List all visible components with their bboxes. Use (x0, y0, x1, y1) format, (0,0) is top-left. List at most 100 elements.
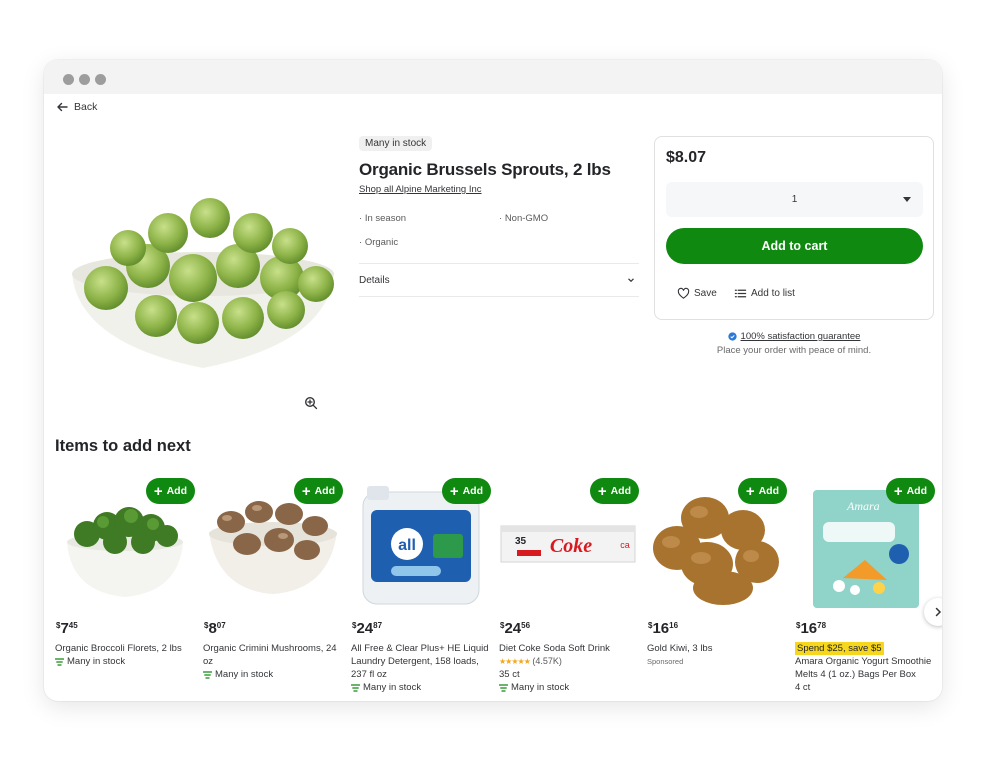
verified-check-icon (727, 332, 737, 341)
item-stock: Many in stock (203, 668, 343, 681)
guarantee-link[interactable]: 100% satisfaction guarantee (741, 331, 861, 342)
add-button[interactable]: + Add (145, 478, 195, 504)
details-accordion[interactable]: Details (359, 263, 639, 297)
stock-label: Many in stock (215, 669, 274, 680)
zoom-icon[interactable] (304, 396, 318, 410)
item-size: 35 ct (499, 669, 520, 680)
stock-level-icon (55, 657, 64, 666)
product-card[interactable]: Amara + Add $16 78 Spend $25, save $5 Amar… (795, 474, 935, 701)
plus-icon: + (597, 482, 607, 500)
arrow-left-icon (57, 102, 68, 112)
plus-icon: + (449, 482, 459, 500)
title-bar (44, 60, 942, 94)
heart-icon (677, 287, 690, 299)
item-info: Organic Broccoli Florets, 2 lbs Many in … (55, 642, 195, 668)
back-button[interactable]: Back (56, 101, 97, 113)
save-label: Save (694, 288, 717, 299)
details-label: Details (359, 274, 390, 286)
save-button[interactable]: Save (677, 287, 717, 300)
item-stock: Many in stock (499, 681, 639, 694)
satisfaction-guarantee: 100% satisfaction guarantee Place your o… (654, 331, 934, 356)
product-image (72, 198, 334, 368)
price-dollars: 8 (208, 620, 217, 637)
stock-badge: Many in stock (359, 136, 433, 151)
add-button[interactable]: + Add (441, 478, 491, 504)
price-dollars: 7 (60, 620, 69, 637)
add-to-list-button[interactable]: Add to list (734, 287, 795, 300)
stock-label: Many in stock (511, 682, 570, 693)
stock-label: Many in stock (363, 682, 422, 693)
svg-text:Amara: Amara (846, 499, 880, 513)
price-cents: 87 (373, 621, 383, 630)
price-dollars: 16 (652, 620, 670, 637)
price-cents: 45 (68, 621, 78, 630)
stock-level-icon (203, 670, 212, 679)
price-cents: 78 (817, 621, 827, 630)
item-stock: Many in stock (55, 655, 195, 668)
star-rating-icon: ★★★★★ (499, 657, 531, 666)
browser-window: Back Many in stock Organic Brussels Spro… (44, 60, 942, 701)
price-cents: 56 (521, 621, 531, 630)
product-card[interactable]: + Add $7 45 Organic Broccoli Florets, 2 lb… (55, 474, 195, 701)
product-card[interactable]: 35 Coke ca + Add $24 56 Diet Coke Soda Sof… (499, 474, 639, 701)
product-card[interactable]: all + Add $24 87 All Free & Clear Plus+ HE… (351, 474, 491, 701)
price-dollars: 24 (504, 620, 522, 637)
buy-box: $8.07 1 Add to cart Save Add to list (654, 136, 934, 320)
quantity-select[interactable]: 1 (666, 182, 923, 217)
item-info: Spend $25, save $5 Amara Organic Yogurt … (795, 642, 935, 694)
item-name: Organic Crimini Mushrooms, 24 oz (203, 643, 337, 667)
add-label: Add (462, 485, 483, 497)
svg-text:35: 35 (515, 536, 527, 547)
item-price: $24 87 (352, 620, 382, 637)
item-price: $7 45 (56, 620, 78, 637)
item-name: Amara Organic Yogurt Smoothie Melts 4 (1… (795, 656, 932, 680)
plus-icon: + (745, 482, 755, 500)
plus-icon: + (893, 482, 903, 500)
item-price: $16 16 (648, 620, 678, 637)
add-button[interactable]: + Add (293, 478, 343, 504)
chevron-down-icon (628, 278, 634, 283)
item-rating: ★★★★★ (4.57K) (499, 655, 639, 668)
item-name: Diet Coke Soda Soft Drink (499, 643, 610, 654)
window-dot-icon (63, 74, 74, 85)
add-label: Add (166, 485, 187, 497)
list-icon (734, 289, 747, 298)
stock-level-icon (499, 683, 508, 692)
attribute-label: In season (364, 213, 407, 224)
item-info: Gold Kiwi, 3 lbs Sponsored (647, 642, 787, 668)
item-size: 4 ct (795, 682, 811, 693)
add-label: Add (314, 485, 335, 497)
add-button[interactable]: + Add (737, 478, 787, 504)
guarantee-subtitle: Place your order with peace of mind. (716, 345, 872, 356)
price-cents: 07 (216, 621, 226, 630)
caret-down-icon (903, 197, 911, 202)
price-dollars: 16 (800, 620, 818, 637)
attribute-item: · Organic (359, 237, 399, 248)
add-button[interactable]: + Add (885, 478, 935, 504)
attribute-label: Organic (364, 237, 399, 248)
stock-level-icon (351, 683, 360, 692)
plus-icon: + (153, 482, 163, 500)
item-price: $8 07 (204, 620, 226, 637)
svg-text:Coke: Coke (550, 535, 592, 557)
back-label: Back (74, 101, 98, 113)
item-price: $16 78 (796, 620, 826, 637)
add-label: Add (906, 485, 927, 497)
rating-count: (4.57K) (532, 656, 562, 666)
item-name: Gold Kiwi, 3 lbs (647, 643, 713, 654)
add-to-cart-button[interactable]: Add to cart (666, 228, 923, 264)
item-stock: Many in stock (351, 681, 491, 694)
window-dot-icon (95, 74, 106, 85)
add-to-list-label: Add to list (751, 288, 795, 299)
price-cents: 16 (669, 621, 679, 630)
quantity-value: 1 (791, 194, 798, 205)
product-card[interactable]: + Add $8 07 Organic Crimini Mushrooms, 24 … (203, 474, 343, 701)
add-button[interactable]: + Add (589, 478, 639, 504)
shop-all-link[interactable]: Shop all Alpine Marketing Inc (359, 184, 482, 195)
window-dot-icon (79, 74, 90, 85)
product-card[interactable]: + Add $16 16 Gold Kiwi, 3 lbs Sponsored (647, 474, 787, 701)
chevron-right-icon (935, 607, 942, 617)
add-label: Add (758, 485, 779, 497)
svg-text:all: all (398, 537, 416, 554)
promo-badge: Spend $25, save $5 (795, 642, 884, 655)
